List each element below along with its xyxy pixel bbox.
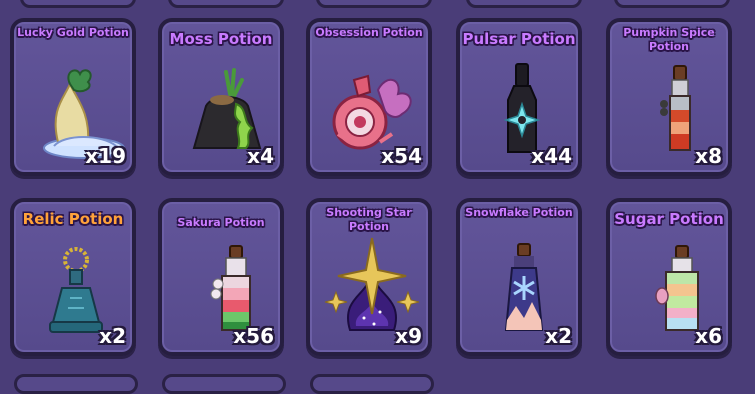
potion-name: Pulsar Potion <box>462 30 576 48</box>
potion-name: Obsession Potion <box>315 26 423 39</box>
potion-card-relic[interactable]: Relic Potion x2 <box>10 198 136 356</box>
partial-card-bottom <box>14 374 138 394</box>
potion-card-sugar[interactable]: Sugar Potion x6 <box>606 198 732 356</box>
potion-card-pulsar[interactable]: Pulsar Potion x44 <box>456 18 582 176</box>
potion-card-lucky-gold[interactable]: Lucky Gold Potion x19 <box>10 18 136 176</box>
potion-count: x19 <box>85 144 126 168</box>
potion-count: x4 <box>247 144 274 168</box>
potion-name: Sugar Potion <box>614 210 724 228</box>
potion-card-obsession[interactable]: Obsession Potion x54 <box>306 18 432 176</box>
partial-card-top <box>20 0 136 8</box>
potion-count: x6 <box>695 324 722 348</box>
partial-card-bottom <box>310 374 434 394</box>
potion-card-shooting-star[interactable]: Shooting Star Potion x9 <box>306 198 432 356</box>
partial-card-bottom <box>162 374 286 394</box>
partial-card-top <box>466 0 582 8</box>
potion-count: x2 <box>99 324 126 348</box>
potion-name: Moss Potion <box>169 30 273 48</box>
potion-count: x9 <box>395 324 422 348</box>
potion-count: x44 <box>531 144 572 168</box>
potion-name: Relic Potion <box>22 210 124 228</box>
potion-card-moss[interactable]: Moss Potion x4 <box>158 18 284 176</box>
potion-count: x8 <box>695 144 722 168</box>
potion-card-sakura[interactable]: Sakura Potion x56 <box>158 198 284 356</box>
potion-name: Sakura Potion <box>177 216 265 229</box>
potion-count: x54 <box>381 144 422 168</box>
potion-count: x2 <box>545 324 572 348</box>
partial-card-top <box>614 0 730 8</box>
partial-card-top <box>316 0 432 8</box>
potion-name: Lucky Gold Potion <box>17 26 129 39</box>
potion-card-snowflake[interactable]: Snowflake Potion x2 <box>456 198 582 356</box>
partial-card-top <box>168 0 284 8</box>
potion-card-pumpkin-spice[interactable]: Pumpkin Spice Potion x8 <box>606 18 732 176</box>
potion-count: x56 <box>233 324 274 348</box>
potion-name: Snowflake Potion <box>465 206 573 219</box>
